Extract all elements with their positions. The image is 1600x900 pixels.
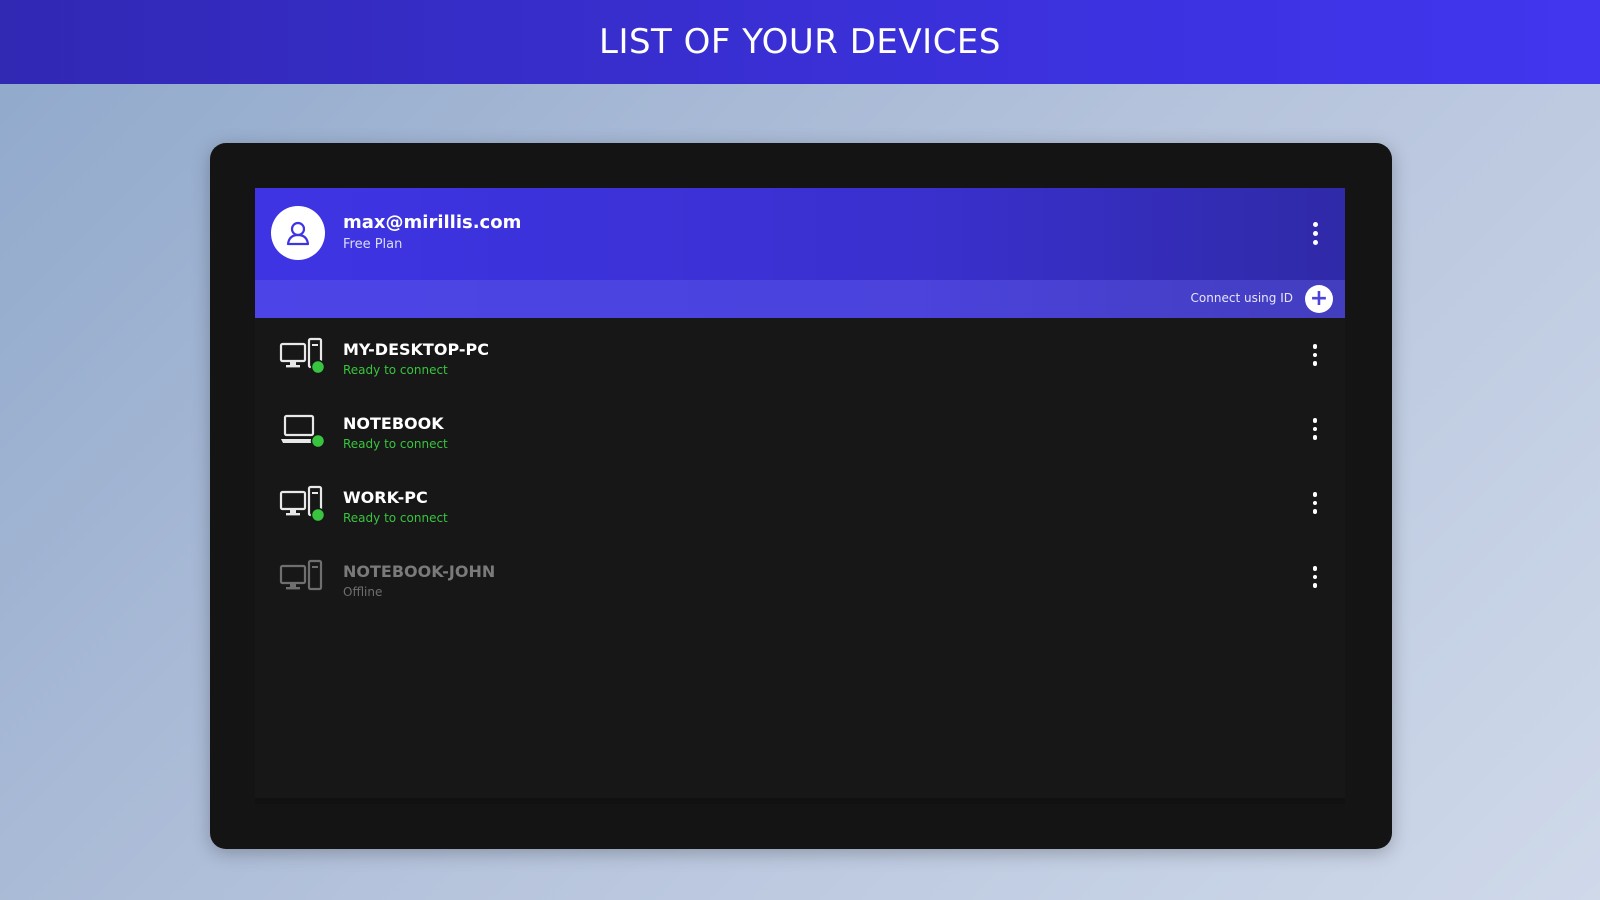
device-status: Offline	[343, 585, 383, 599]
bottom-divider	[255, 798, 1345, 804]
account-email: max@mirillis.com	[343, 212, 522, 233]
more-vertical-icon[interactable]	[1303, 486, 1327, 520]
device-name: NOTEBOOK	[343, 414, 444, 433]
device-name: MY-DESKTOP-PC	[343, 340, 489, 359]
more-vertical-icon[interactable]	[1303, 338, 1327, 372]
desktop-icon	[279, 337, 326, 375]
top-banner: LIST OF YOUR DEVICES	[0, 0, 1600, 84]
device-row[interactable]: NOTEBOOK-JOHN Offline	[255, 540, 1345, 614]
tablet-frame: max@mirillis.com Free Plan Connect using…	[210, 143, 1392, 849]
avatar[interactable]	[271, 206, 325, 260]
connect-bar: Connect using ID +	[255, 280, 1345, 318]
device-name: WORK-PC	[343, 488, 428, 507]
plus-icon[interactable]: +	[1305, 285, 1333, 313]
desktop-icon	[279, 559, 323, 591]
more-vertical-icon[interactable]	[1303, 216, 1327, 250]
account-header: max@mirillis.com Free Plan	[255, 188, 1345, 280]
app-screen: max@mirillis.com Free Plan Connect using…	[255, 188, 1345, 804]
more-vertical-icon[interactable]	[1303, 412, 1327, 446]
device-list: MY-DESKTOP-PC Ready to connect NOTEBOOK …	[255, 318, 1345, 614]
more-vertical-icon[interactable]	[1303, 560, 1327, 594]
connect-using-id-label[interactable]: Connect using ID	[1191, 291, 1293, 305]
device-name: NOTEBOOK-JOHN	[343, 562, 496, 581]
account-plan: Free Plan	[343, 237, 403, 252]
device-status: Ready to connect	[343, 511, 448, 525]
device-status: Ready to connect	[343, 363, 448, 377]
device-row[interactable]: NOTEBOOK Ready to connect	[255, 392, 1345, 466]
device-row[interactable]: MY-DESKTOP-PC Ready to connect	[255, 318, 1345, 392]
user-icon	[286, 221, 310, 246]
desktop-icon	[279, 485, 326, 523]
banner-title: LIST OF YOUR DEVICES	[599, 22, 1001, 62]
device-status: Ready to connect	[343, 437, 448, 451]
laptop-icon	[281, 414, 326, 449]
device-row[interactable]: WORK-PC Ready to connect	[255, 466, 1345, 540]
